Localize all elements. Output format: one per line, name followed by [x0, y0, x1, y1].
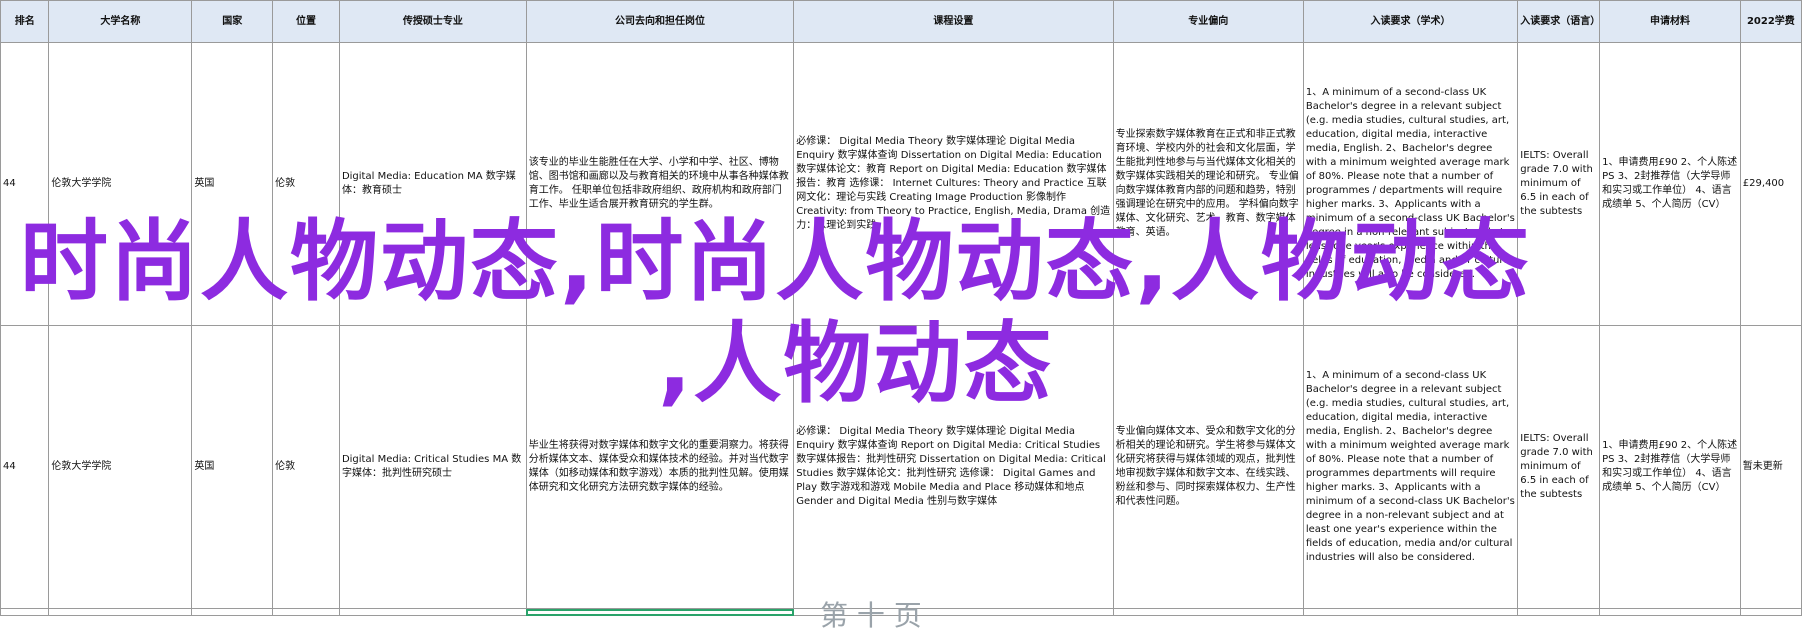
col-header-focus[interactable]: 专业偏向: [1112, 0, 1304, 43]
cell-program[interactable]: Digital Media: Critical Studies MA 数字媒体：…: [338, 325, 527, 609]
cell-empty[interactable]: [1517, 608, 1601, 616]
cell-rank[interactable]: 44: [0, 325, 50, 609]
cell-career[interactable]: 该专业的毕业生能胜任在大学、小学和中学、社区、博物馆、图书馆和画廊以及与教育相关…: [525, 42, 795, 326]
cell-materials[interactable]: 1、申请费用£90 2、个人陈述PS 3、2封推荐信（大学导师和实习或工作单位）…: [1599, 325, 1741, 609]
col-header-program[interactable]: 传授硕士专业: [338, 0, 527, 43]
selected-cell[interactable]: [525, 608, 795, 616]
cell-empty[interactable]: [1739, 608, 1802, 616]
spreadsheet-view: 排名 大学名称 国家 位置 传授硕士专业 公司去向和担任岗位 课程设置 专业偏向…: [0, 0, 1802, 632]
cell-materials[interactable]: 1、申请费用£90 2、个人陈述PS 3、2封推荐信（大学导师和实习或工作单位）…: [1599, 42, 1741, 326]
cell-rank[interactable]: 44: [0, 42, 50, 326]
col-header-career[interactable]: 公司去向和担任岗位: [525, 0, 795, 43]
cell-language-req[interactable]: IELTS: Overall grade 7.0 with minimum of…: [1517, 42, 1601, 326]
col-header-rank[interactable]: 排名: [0, 0, 50, 43]
cell-focus[interactable]: 专业偏向媒体文本、受众和数字文化的分析相关的理论和研究。学生将参与媒体文化研究将…: [1112, 325, 1304, 609]
cell-career[interactable]: 毕业生将获得对数字媒体和数字文化的重要洞察力。将获得分析媒体文本、媒体受众和媒体…: [525, 325, 795, 609]
cell-university[interactable]: 伦敦大学学院: [48, 42, 193, 326]
table-row: 44 伦敦大学学院 英国 伦敦 Digital Media: Education…: [0, 42, 1802, 326]
cell-country[interactable]: 英国: [191, 42, 274, 326]
col-header-fee[interactable]: 2022学费: [1739, 0, 1802, 43]
cell-language-req[interactable]: IELTS: Overall grade 7.0 with minimum of…: [1517, 325, 1601, 609]
col-header-country[interactable]: 国家: [191, 0, 274, 43]
cell-location[interactable]: 伦敦: [272, 42, 340, 326]
header-row: 排名 大学名称 国家 位置 传授硕士专业 公司去向和担任岗位 课程设置 专业偏向…: [0, 0, 1802, 43]
cell-empty[interactable]: [1112, 608, 1304, 616]
col-header-materials[interactable]: 申请材料: [1599, 0, 1741, 43]
cell-country[interactable]: 英国: [191, 325, 274, 609]
cell-fee[interactable]: 暂未更新: [1739, 325, 1802, 609]
cell-empty[interactable]: [1599, 608, 1741, 616]
data-table: 排名 大学名称 国家 位置 传授硕士专业 公司去向和担任岗位 课程设置 专业偏向…: [0, 0, 1802, 616]
cell-focus[interactable]: 专业探索数字媒体教育在正式和非正式教育环境、学校内外的社会和文化层面，学生能批判…: [1112, 42, 1304, 326]
cell-empty[interactable]: [48, 608, 193, 616]
cell-academic-req[interactable]: 1、A minimum of a second-class UK Bachelo…: [1302, 42, 1519, 326]
table-row: 44 伦敦大学学院 英国 伦敦 Digital Media: Critical …: [0, 325, 1802, 609]
cell-university[interactable]: 伦敦大学学院: [48, 325, 193, 609]
cell-courses[interactable]: 必修课： Digital Media Theory 数字媒体理论 Digital…: [793, 42, 1114, 326]
cell-empty[interactable]: [1302, 608, 1519, 616]
cell-location[interactable]: 伦敦: [272, 325, 340, 609]
col-header-academic-req[interactable]: 入读要求（学术）: [1302, 0, 1519, 43]
cell-empty[interactable]: [0, 608, 50, 616]
cell-empty[interactable]: [272, 608, 340, 616]
faint-page-label: 第 十 页: [820, 599, 922, 632]
col-header-location[interactable]: 位置: [272, 0, 340, 43]
cell-program[interactable]: Digital Media: Education MA 数字媒体：教育硕士: [338, 42, 527, 326]
cell-empty[interactable]: [191, 608, 274, 616]
cell-academic-req[interactable]: 1、A minimum of a second-class UK Bachelo…: [1302, 325, 1519, 609]
col-header-language-req[interactable]: 入读要求（语言）: [1517, 0, 1601, 43]
col-header-university[interactable]: 大学名称: [48, 0, 193, 43]
cell-courses[interactable]: 必修课： Digital Media Theory 数字媒体理论 Digital…: [793, 325, 1114, 609]
col-header-courses[interactable]: 课程设置: [793, 0, 1114, 43]
cell-fee[interactable]: £29,400: [1739, 42, 1802, 326]
cell-empty[interactable]: [338, 608, 527, 616]
